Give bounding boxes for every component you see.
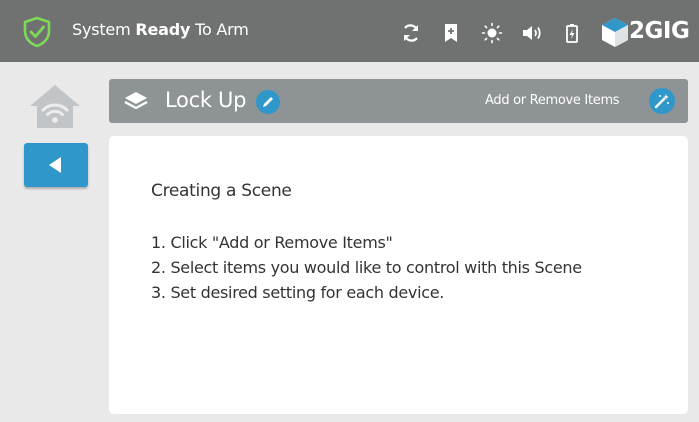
instructions-steps: 1. Click "Add or Remove Items" 2. Select… xyxy=(151,230,582,305)
instruction-step: 3. Set desired setting for each device. xyxy=(151,283,445,302)
back-arrow-icon xyxy=(49,157,61,173)
scene-title: Lock Up xyxy=(165,88,247,112)
refresh-icon[interactable] xyxy=(400,22,422,44)
pencil-icon xyxy=(263,97,273,107)
volume-icon[interactable] xyxy=(521,22,543,44)
scene-header-bar: Lock Up Add or Remove Items xyxy=(109,79,688,123)
instructions-panel: Creating a Scene 1. Click "Add or Remove… xyxy=(109,136,688,414)
instructions-heading: Creating a Scene xyxy=(151,181,292,201)
add-remove-items-button[interactable] xyxy=(649,88,675,114)
brand-logo-icon xyxy=(602,18,628,47)
battery-icon[interactable] xyxy=(561,22,583,44)
top-status-bar: System Ready To Arm 2GIG xyxy=(0,0,699,62)
instruction-step: 2. Select items you would like to contro… xyxy=(151,258,582,277)
status-prefix: System xyxy=(72,20,136,39)
home-wifi-icon[interactable] xyxy=(28,82,82,130)
system-status-text[interactable]: System Ready To Arm xyxy=(72,20,249,39)
edit-scene-name-button[interactable] xyxy=(256,90,280,114)
back-button[interactable] xyxy=(24,143,88,187)
left-sidebar xyxy=(0,62,104,422)
bookmark-plus-icon[interactable] xyxy=(440,22,462,44)
status-strong: Ready xyxy=(135,20,191,39)
layers-icon xyxy=(124,92,148,110)
shield-check-icon[interactable] xyxy=(22,16,52,48)
status-suffix: To Arm xyxy=(190,20,249,39)
magic-wand-icon xyxy=(654,94,669,109)
brightness-icon[interactable] xyxy=(481,22,503,44)
brand-name: 2GIG xyxy=(629,18,690,44)
add-remove-items-label[interactable]: Add or Remove Items xyxy=(485,93,620,108)
instruction-step: 1. Click "Add or Remove Items" xyxy=(151,233,393,252)
